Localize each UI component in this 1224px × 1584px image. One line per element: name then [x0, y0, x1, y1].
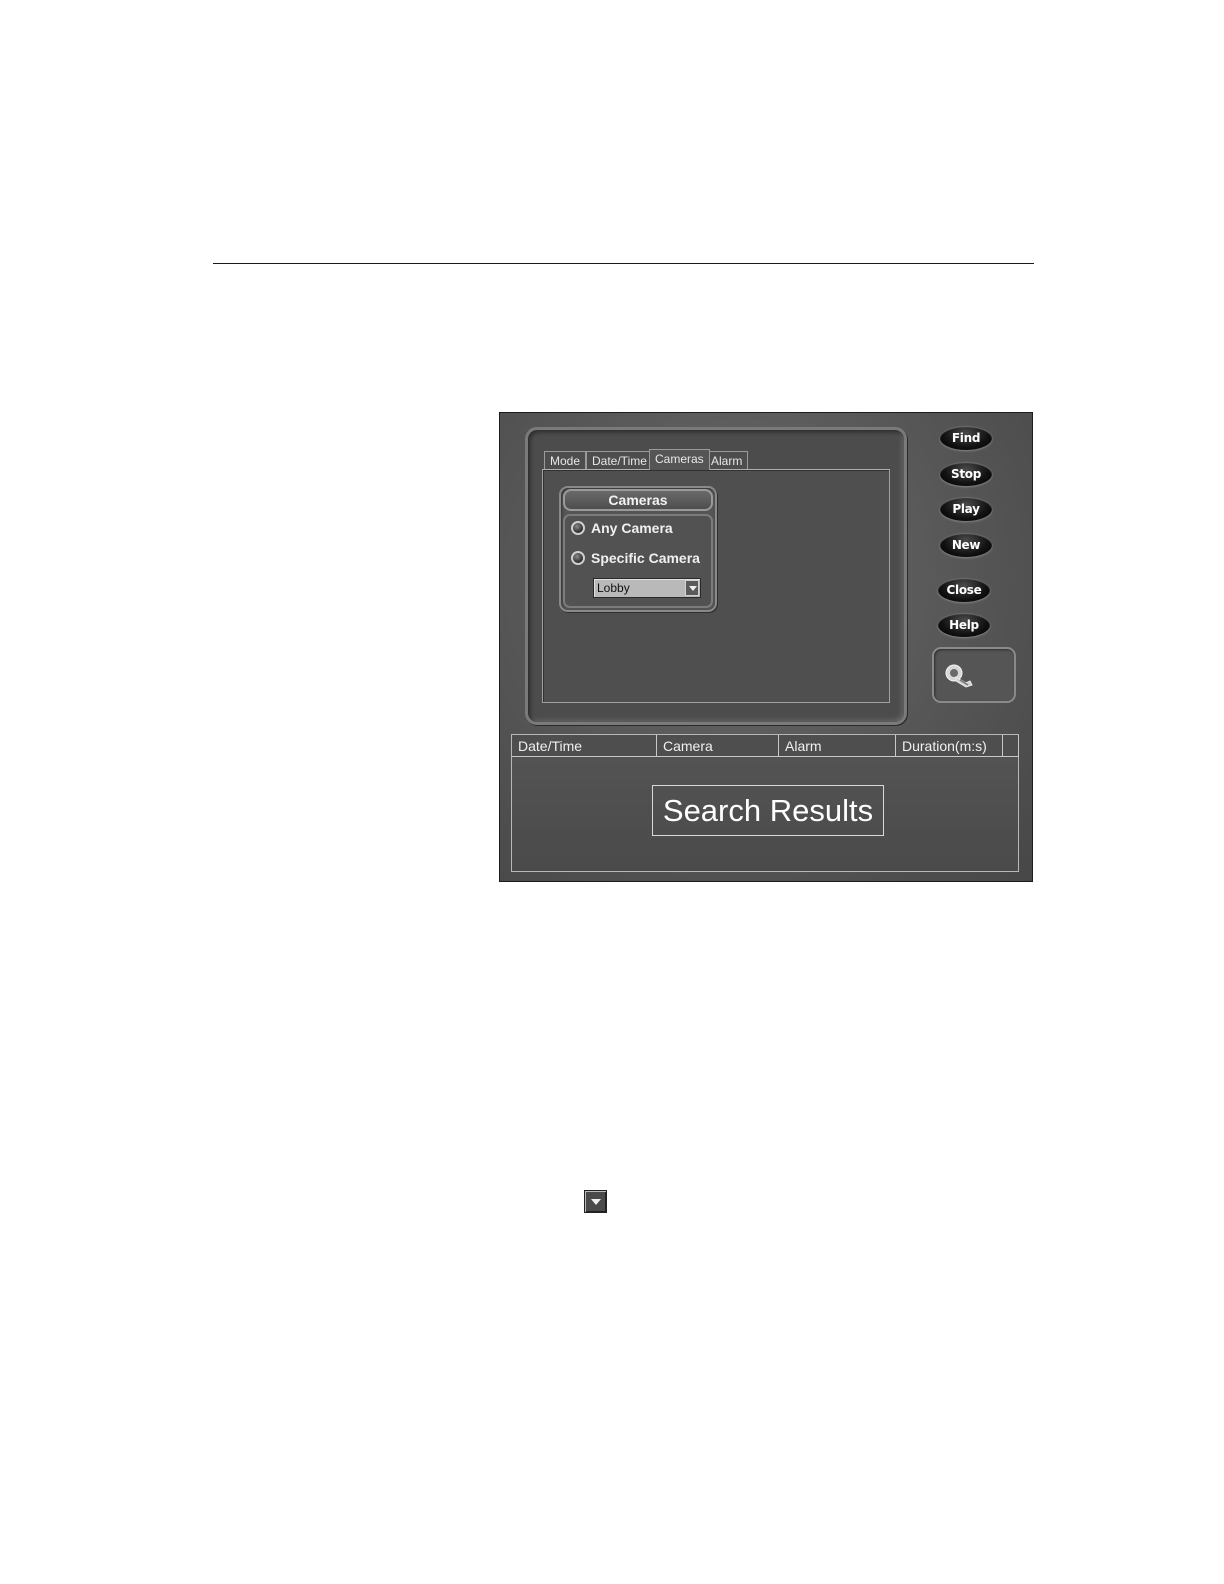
tab-date-time[interactable]: Date/Time: [586, 451, 653, 469]
criteria-panel: Mode Date/Time Cameras Alarm Cameras Any…: [525, 427, 907, 725]
any-camera-radio[interactable]: [571, 521, 585, 535]
column-header-alarm[interactable]: Alarm: [779, 735, 896, 757]
column-header-filler: [1003, 735, 1019, 757]
search-results-label: Search Results: [652, 785, 884, 836]
header-rule: [213, 263, 1034, 264]
column-header-duration[interactable]: Duration(m:s): [896, 735, 1003, 757]
cameras-tab-panel: Cameras Any Camera Specific Camera Lobby: [542, 469, 890, 703]
cameras-group: Cameras Any Camera Specific Camera Lobby: [559, 486, 717, 612]
dropdown-arrow-icon: [584, 1190, 607, 1213]
specific-camera-radio[interactable]: [571, 551, 585, 565]
new-button[interactable]: New: [940, 533, 992, 557]
logo-box: [932, 647, 1016, 703]
camera-select-value: Lobby: [597, 581, 630, 595]
tab-cameras[interactable]: Cameras: [649, 449, 710, 470]
chevron-down-icon[interactable]: [685, 580, 699, 596]
column-header-camera[interactable]: Camera: [657, 735, 779, 757]
tab-mode[interactable]: Mode: [544, 451, 587, 469]
camera-select[interactable]: Lobby: [593, 578, 701, 598]
specific-camera-option[interactable]: Specific Camera: [571, 548, 700, 568]
help-button[interactable]: Help: [938, 613, 990, 637]
play-button[interactable]: Play: [940, 497, 992, 521]
cameras-group-title: Cameras: [563, 489, 713, 511]
tab-alarm[interactable]: Alarm: [705, 451, 749, 469]
cameras-options: Any Camera Specific Camera Lobby: [563, 514, 713, 608]
search-results-table: Date/Time Camera Alarm Duration(m:s) Sea…: [511, 734, 1019, 872]
any-camera-label: Any Camera: [591, 520, 673, 536]
camera-icon: [945, 664, 973, 688]
any-camera-option[interactable]: Any Camera: [571, 518, 673, 538]
column-header-date-time[interactable]: Date/Time: [512, 735, 657, 757]
criteria-tabs: Mode Date/Time Cameras Alarm: [544, 449, 844, 471]
close-button[interactable]: Close: [938, 578, 990, 602]
search-window: Mode Date/Time Cameras Alarm Cameras Any…: [499, 412, 1033, 882]
find-button[interactable]: Find: [940, 426, 992, 450]
stop-button[interactable]: Stop: [940, 462, 992, 486]
specific-camera-label: Specific Camera: [591, 550, 700, 566]
